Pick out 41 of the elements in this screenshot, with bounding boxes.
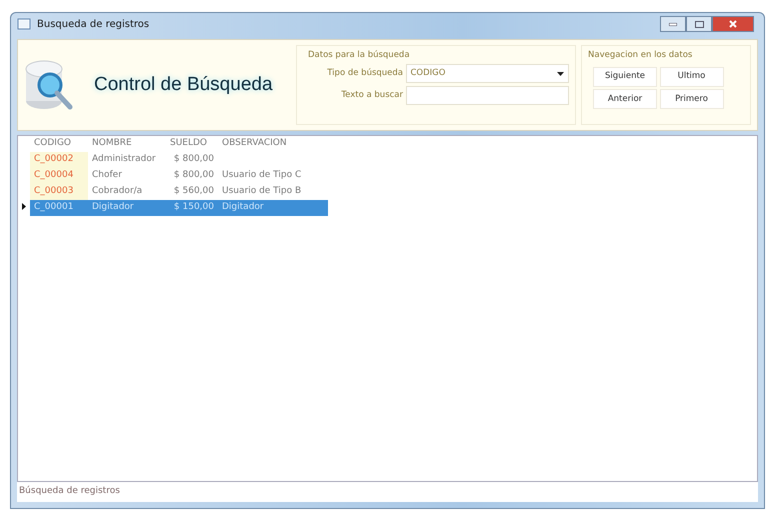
table-cell: C_00002 (30, 152, 88, 168)
column-header[interactable]: SUELDO (166, 136, 218, 152)
table-cell: Digitador (218, 200, 328, 216)
table-cell-text: Usuario de Tipo C (221, 169, 302, 182)
table-cell: $ 560,00 (166, 184, 218, 200)
column-header[interactable]: OBSERVACION (218, 136, 328, 152)
row-pointer-icon (22, 203, 26, 210)
table-cell: C_00001 (30, 200, 88, 216)
window-icon (17, 18, 31, 30)
nav-button[interactable]: Primero (660, 89, 724, 110)
search-type-dropdown[interactable]: CODIGO (406, 64, 569, 84)
nav-button[interactable]: Siguiente (593, 66, 657, 87)
table-cell: Chofer (88, 168, 166, 184)
dropdown-arrow-icon (557, 72, 564, 76)
group-title: Navegacion en los datos (588, 50, 692, 60)
window-title: Busqueda de registros (37, 18, 150, 32)
table-cell-text: $ 800,00 (172, 169, 215, 182)
status-text: Búsqueda de registros (19, 485, 120, 498)
nav-button[interactable]: Anterior (593, 89, 657, 110)
minimize-icon (669, 22, 677, 26)
close-icon (729, 20, 737, 28)
table-cell: Usuario de Tipo B (218, 184, 328, 200)
close-button[interactable] (712, 16, 754, 32)
maximize-button[interactable] (686, 16, 712, 32)
table-cell: C_00003 (30, 184, 88, 200)
group-title: Datos para la búsqueda (308, 49, 411, 62)
table-cell: $ 150,00 (166, 200, 218, 216)
column-header[interactable]: NOMBRE (88, 136, 166, 152)
search-text-field[interactable] (406, 86, 569, 105)
table-cell: Administrador (88, 152, 166, 168)
table-cell: Cobrador/a (88, 184, 166, 200)
field-label: Texto a buscar (340, 88, 403, 102)
column-header[interactable]: CODIGO (30, 136, 88, 152)
header-title: Control de Búsqueda (94, 72, 273, 97)
nav-button[interactable]: Ultimo (660, 66, 724, 87)
table-cell: C_00004 (30, 168, 88, 184)
minimize-button[interactable] (660, 16, 686, 32)
maximize-icon (694, 20, 704, 28)
table-cell: Digitador (88, 200, 166, 216)
field-label: Tipo de búsqueda (326, 67, 403, 80)
table-cell-text: $ 800,00 (172, 153, 215, 166)
